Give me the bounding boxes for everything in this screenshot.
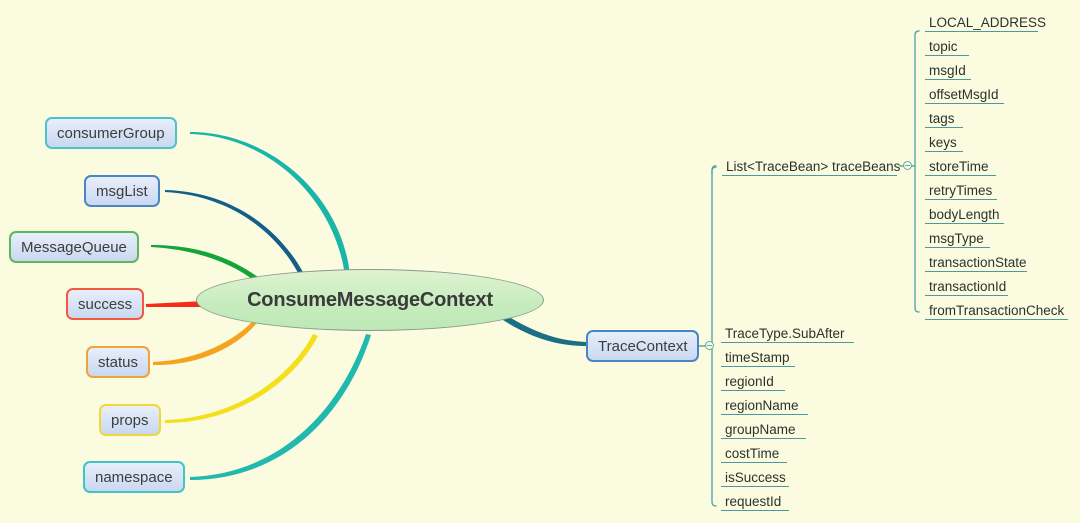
wire-props	[165, 334, 318, 423]
node-success[interactable]: success	[66, 288, 145, 320]
node-TraceContext[interactable]: TraceContext	[586, 330, 700, 362]
node-namespace[interactable]: namespace	[83, 461, 185, 493]
mindmap-canvas: ConsumeMessageContext consumerGroup msgL…	[0, 0, 1080, 523]
field-transactionId[interactable]: transactionId	[925, 275, 1008, 296]
bracket-tracebean-spine	[914, 30, 920, 313]
bracket-tracecontext	[711, 165, 717, 175]
field-label: fromTransactionCheck	[929, 303, 1065, 318]
wire-status	[153, 320, 256, 366]
field-label: costTime	[725, 446, 780, 461]
connector-lines	[146, 30, 920, 507]
wire-consumerGroup	[190, 132, 350, 276]
collapse-circle-icon-tracecontext[interactable]	[705, 341, 714, 350]
node-status[interactable]: status	[86, 346, 151, 378]
field-offsetMsgId[interactable]: offsetMsgId	[925, 83, 1004, 104]
field-label: topic	[929, 39, 958, 54]
field-costTime[interactable]: costTime	[721, 442, 787, 463]
field-label: bodyLength	[929, 207, 1000, 222]
node-TraceContext-label: TraceContext	[598, 337, 688, 355]
field-label: storeTime	[929, 159, 989, 174]
root-node[interactable]: ConsumeMessageContext	[196, 269, 544, 331]
field-retryTimes[interactable]: retryTimes	[925, 179, 997, 200]
field-label: transactionState	[929, 255, 1027, 270]
node-msgList[interactable]: msgList	[84, 175, 160, 207]
field-TraceType-SubAfter[interactable]: TraceType.SubAfter	[721, 322, 854, 343]
field-label: isSuccess	[725, 470, 786, 485]
node-traceBeans-label: List<TraceBean> traceBeans	[726, 159, 901, 174]
field-keys[interactable]: keys	[925, 131, 963, 152]
field-regionId[interactable]: regionId	[721, 370, 785, 391]
node-consumerGroup-label: consumerGroup	[57, 124, 165, 142]
field-label: TraceType.SubAfter	[725, 326, 845, 341]
node-consumerGroup[interactable]: consumerGroup	[45, 117, 177, 149]
field-label: retryTimes	[929, 183, 993, 198]
node-success-label: success	[78, 295, 133, 313]
field-storeTime[interactable]: storeTime	[925, 155, 996, 176]
node-MessageQueue-label: MessageQueue	[21, 238, 127, 256]
node-namespace-label: namespace	[95, 468, 173, 486]
field-label: regionId	[725, 374, 774, 389]
field-label: transactionId	[929, 279, 1007, 294]
field-label: tags	[929, 111, 955, 126]
field-tags[interactable]: tags	[925, 107, 963, 128]
wire-msgList	[165, 190, 307, 281]
field-requestId[interactable]: requestId	[721, 490, 789, 511]
field-LOCAL_ADDRESS[interactable]: LOCAL_ADDRESS	[925, 11, 1046, 32]
root-node-label: ConsumeMessageContext	[247, 288, 493, 311]
field-msgId[interactable]: msgId	[925, 59, 971, 80]
node-MessageQueue[interactable]: MessageQueue	[9, 231, 139, 263]
field-label: groupName	[725, 422, 796, 437]
field-transactionState[interactable]: transactionState	[925, 251, 1027, 272]
field-fromTransactionCheck[interactable]: fromTransactionCheck	[925, 299, 1068, 320]
field-groupName[interactable]: groupName	[721, 418, 806, 439]
field-label: requestId	[725, 494, 782, 509]
wire-traceContext	[503, 315, 586, 346]
field-label: regionName	[725, 398, 799, 413]
node-props[interactable]: props	[99, 404, 161, 436]
field-regionName[interactable]: regionName	[721, 394, 808, 415]
node-traceBeans[interactable]: List<TraceBean> traceBeans	[722, 155, 901, 176]
field-timeStamp[interactable]: timeStamp	[721, 346, 795, 367]
wire-namespace	[190, 334, 371, 480]
bracket-tracecontext-spine	[711, 166, 717, 507]
field-label: LOCAL_ADDRESS	[929, 15, 1047, 30]
field-label: keys	[929, 135, 957, 150]
field-isSuccess[interactable]: isSuccess	[721, 466, 789, 487]
node-msgList-label: msgList	[96, 182, 148, 200]
collapse-circle-icon-tracebeans[interactable]	[903, 161, 912, 170]
field-label: msgId	[929, 63, 966, 78]
field-bodyLength[interactable]: bodyLength	[925, 203, 1004, 224]
field-label: offsetMsgId	[929, 87, 999, 102]
node-props-label: props	[111, 411, 149, 429]
field-label: msgType	[929, 231, 984, 246]
field-msgType[interactable]: msgType	[925, 227, 990, 248]
wire-MessageQueue	[151, 245, 258, 281]
node-status-label: status	[98, 353, 139, 371]
field-topic[interactable]: topic	[925, 35, 969, 56]
field-label: timeStamp	[725, 350, 790, 365]
